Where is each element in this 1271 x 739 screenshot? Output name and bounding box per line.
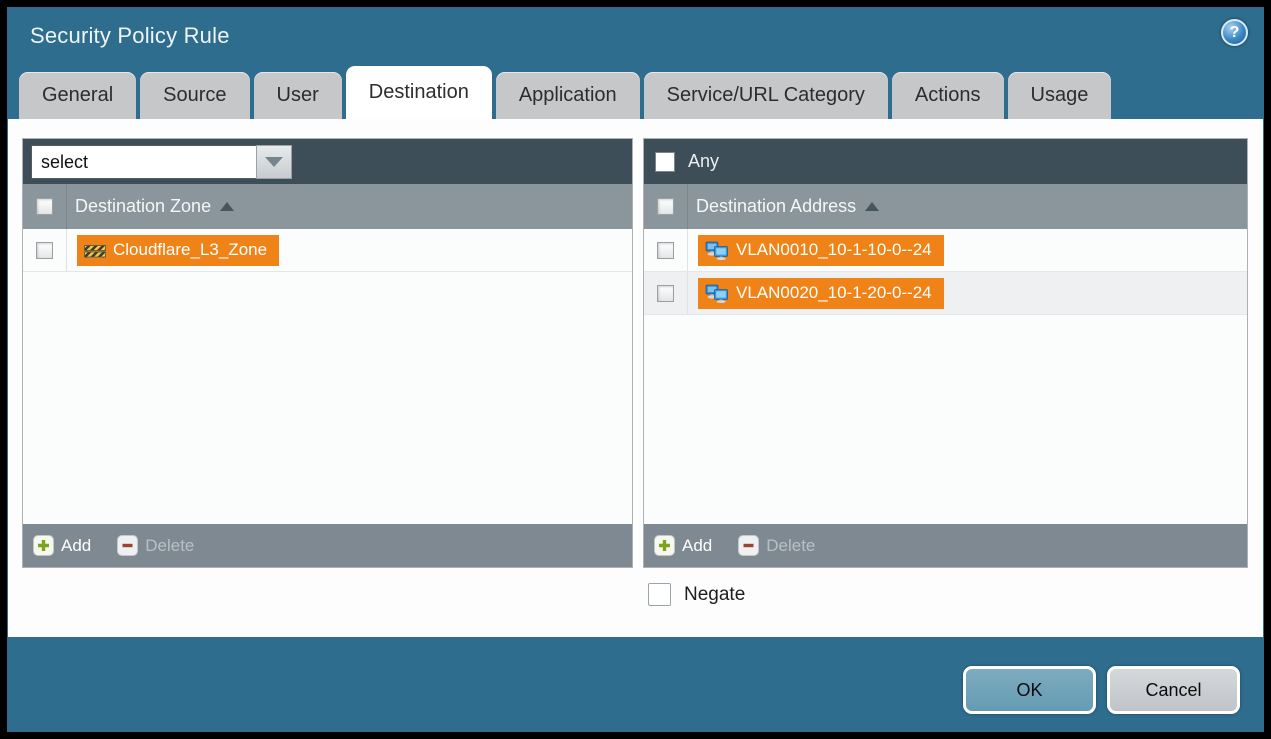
address-list: VLAN0010_10-1-10-0--24 (644, 229, 1247, 524)
table-row[interactable]: VLAN0010_10-1-10-0--24 (644, 229, 1247, 272)
zone-list: Cloudflare_L3_Zone (23, 229, 632, 524)
address-icon (705, 241, 729, 260)
zone-column-header-row: Destination Zone (23, 184, 632, 229)
address-column-header[interactable]: Destination Address (696, 196, 856, 217)
address-label: VLAN0020_10-1-20-0--24 (736, 283, 932, 303)
add-icon (654, 535, 675, 556)
add-icon (33, 535, 54, 556)
address-any-toolbar: Any (644, 139, 1247, 184)
zone-filter-toolbar: select (23, 139, 632, 184)
tab-service-url-category[interactable]: Service/URL Category (644, 72, 888, 119)
row-checkbox-cell (23, 229, 67, 271)
zone-footer-toolbar: Add Delete (23, 524, 632, 567)
zone-select-all-cell (23, 184, 67, 229)
add-label: Add (61, 536, 91, 556)
tab-actions[interactable]: Actions (892, 72, 1004, 119)
table-row[interactable]: VLAN0020_10-1-20-0--24 (644, 272, 1247, 315)
sort-ascending-icon (220, 202, 234, 211)
zone-select-input[interactable]: select (31, 145, 256, 179)
address-label: VLAN0010_10-1-10-0--24 (736, 240, 932, 260)
tab-general[interactable]: General (19, 72, 136, 119)
tab-content: select Destination Zone (8, 119, 1263, 637)
help-icon[interactable]: ? (1221, 19, 1248, 46)
sort-ascending-icon (865, 202, 879, 211)
add-address-button[interactable]: Add (654, 535, 712, 556)
row-checkbox[interactable] (657, 285, 674, 302)
address-chip[interactable]: VLAN0010_10-1-10-0--24 (698, 235, 944, 266)
chevron-down-icon (265, 157, 283, 167)
zone-select-dropdown-button[interactable] (256, 145, 292, 179)
negate-checkbox[interactable] (648, 583, 671, 606)
delete-label: Delete (766, 536, 815, 556)
delete-icon (117, 535, 138, 556)
address-footer-toolbar: Add Delete (644, 524, 1247, 567)
any-checkbox[interactable] (655, 152, 675, 172)
screenshot-frame: Security Policy Rule ? General Source Us… (0, 0, 1271, 739)
address-select-all-cell (644, 184, 688, 229)
tab-source[interactable]: Source (140, 72, 249, 119)
tab-application[interactable]: Application (496, 72, 640, 119)
security-policy-rule-dialog: Security Policy Rule ? General Source Us… (7, 7, 1264, 732)
zone-column-header[interactable]: Destination Zone (75, 196, 211, 217)
address-select-all-checkbox[interactable] (657, 198, 674, 215)
row-checkbox-cell (644, 272, 688, 314)
negate-option: Negate (648, 583, 745, 606)
address-chip[interactable]: VLAN0020_10-1-20-0--24 (698, 278, 944, 309)
delete-address-button[interactable]: Delete (738, 535, 815, 556)
add-label: Add (682, 536, 712, 556)
delete-zone-button[interactable]: Delete (117, 535, 194, 556)
dialog-title: Security Policy Rule (30, 23, 230, 49)
table-row[interactable]: Cloudflare_L3_Zone (23, 229, 632, 272)
row-checkbox[interactable] (657, 242, 674, 259)
address-icon (705, 284, 729, 303)
tab-user[interactable]: User (254, 72, 342, 119)
address-column-header-row: Destination Address (644, 184, 1247, 229)
destination-address-panel: Any Destination Address (643, 138, 1248, 568)
tab-destination[interactable]: Destination (346, 66, 492, 119)
zone-select-all-checkbox[interactable] (36, 198, 53, 215)
tab-bar: General Source User Destination Applicat… (19, 66, 1111, 119)
delete-label: Delete (145, 536, 194, 556)
zone-chip[interactable]: Cloudflare_L3_Zone (77, 235, 279, 266)
destination-zone-panel: select Destination Zone (22, 138, 633, 568)
zone-select-combo: select (31, 145, 292, 179)
cancel-button[interactable]: Cancel (1107, 666, 1240, 714)
any-label: Any (688, 151, 719, 172)
add-zone-button[interactable]: Add (33, 535, 91, 556)
zone-label: Cloudflare_L3_Zone (113, 240, 267, 260)
row-checkbox-cell (644, 229, 688, 271)
ok-button[interactable]: OK (963, 666, 1096, 714)
delete-icon (738, 535, 759, 556)
zone-icon (84, 242, 106, 259)
row-checkbox[interactable] (36, 242, 53, 259)
tab-usage[interactable]: Usage (1008, 72, 1112, 119)
negate-label: Negate (684, 584, 745, 606)
